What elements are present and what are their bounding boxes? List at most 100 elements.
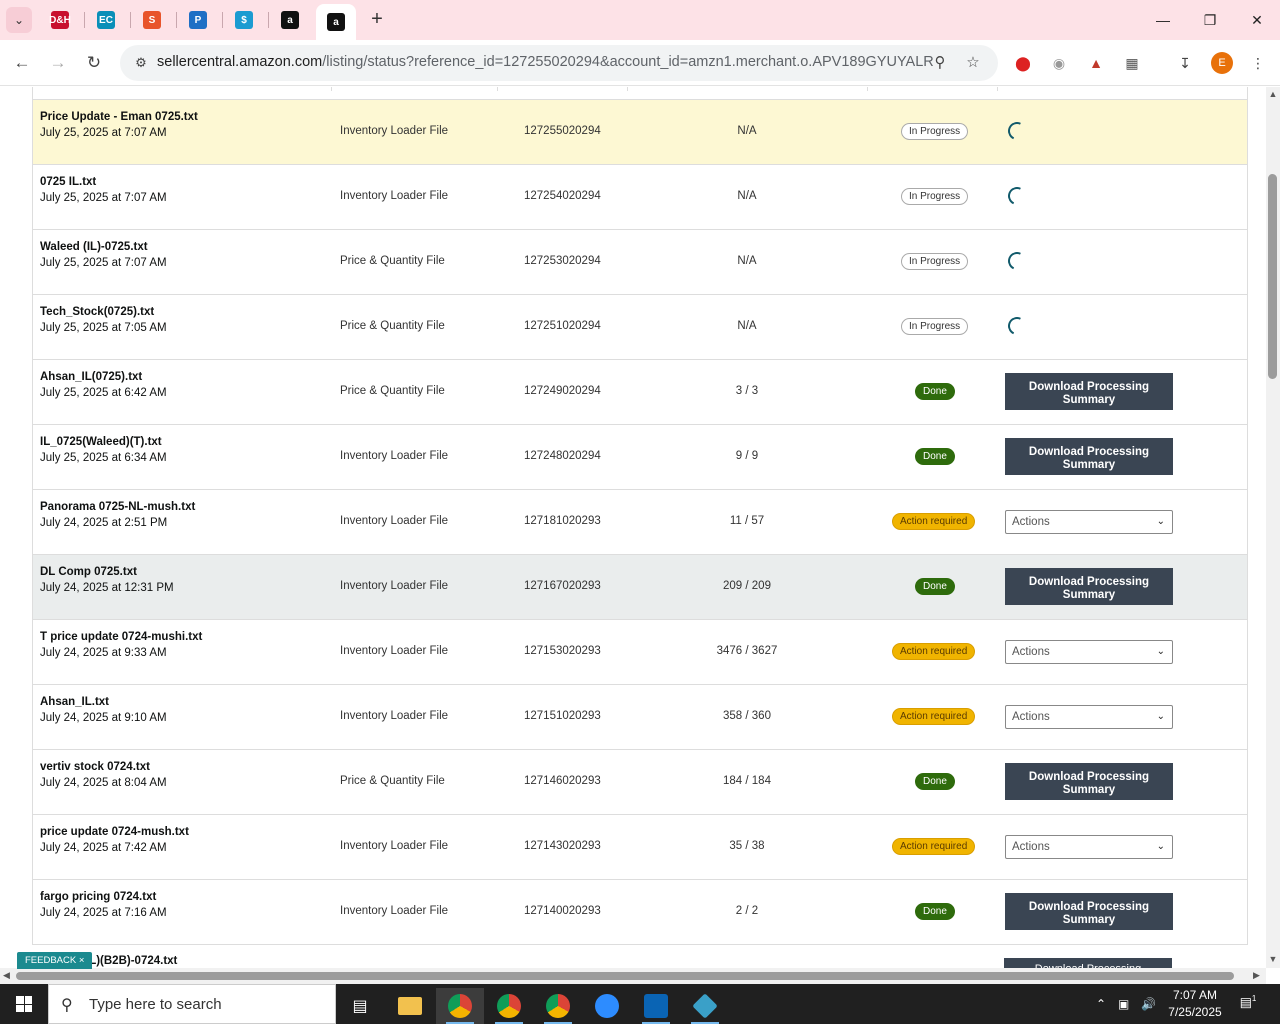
records-processed: N/A xyxy=(737,190,757,202)
file-type: Inventory Loader File xyxy=(340,190,449,202)
extensions-puzzle-icon[interactable]: ▦ xyxy=(1121,52,1143,74)
site-info-icon[interactable]: ⚙ xyxy=(132,54,150,72)
notifications-icon[interactable]: ▤1 xyxy=(1238,994,1258,1014)
back-arrow-icon[interactable]: ← xyxy=(9,50,35,76)
browser-tab[interactable]: a xyxy=(270,6,310,34)
upload-date: July 24, 2025 at 8:04 AM xyxy=(40,777,167,789)
actions-dropdown[interactable]: Actions ⌄ xyxy=(1005,510,1173,534)
browser-tab[interactable]: S xyxy=(132,6,172,34)
page-content: Price Update - Eman 0725.txt July 25, 202… xyxy=(0,87,1266,968)
actions-dropdown[interactable]: Actions ⌄ xyxy=(1005,705,1173,729)
scroll-down-icon[interactable]: ▼ xyxy=(1268,954,1278,964)
tab-separator xyxy=(84,12,85,28)
taskbar-search-box[interactable]: ⚲ Type here to search xyxy=(48,984,336,1024)
scroll-up-icon[interactable]: ▲ xyxy=(1268,89,1278,99)
url-path: /listing/status?reference_id=12725502029… xyxy=(322,54,934,70)
chevron-down-icon: ⌄ xyxy=(1156,711,1165,722)
url-text[interactable]: sellercentral.amazon.com/listing/status?… xyxy=(157,54,934,70)
address-bar[interactable]: ⚙ sellercentral.amazon.com/listing/statu… xyxy=(120,45,998,81)
records-processed: 3 / 3 xyxy=(735,385,759,397)
scroll-left-icon[interactable]: ◀ xyxy=(3,970,10,981)
amazon-icon: a xyxy=(327,13,345,31)
browser-menu-icon[interactable]: ⋮ xyxy=(1247,52,1269,74)
chrome-taskbar-icon[interactable] xyxy=(436,988,484,1024)
zoom-search-icon[interactable]: ⚲ xyxy=(930,53,950,73)
records-processed: 209 / 209 xyxy=(723,580,771,592)
file-type: Inventory Loader File xyxy=(340,125,449,137)
file-type: Price & Quantity File xyxy=(340,320,445,332)
download-processing-summary-button[interactable]: Download Processing Summary xyxy=(1005,763,1173,800)
horizontal-scroll-thumb[interactable] xyxy=(16,972,1234,980)
browser-tab[interactable]: a xyxy=(316,4,356,40)
horizontal-scrollbar[interactable]: ◀ ▶ xyxy=(0,968,1266,984)
feedback-tab[interactable]: FEEDBACK × xyxy=(17,952,93,969)
extension-stop-icon[interactable]: ⬤ xyxy=(1012,52,1034,74)
volume-icon[interactable]: 🔊 xyxy=(1141,984,1156,1024)
file-type: Price & Quantity File xyxy=(340,385,445,397)
start-button[interactable] xyxy=(0,984,48,1024)
extension-globe-icon[interactable]: ◉ xyxy=(1048,52,1070,74)
loading-spinner-icon xyxy=(1005,314,1029,338)
partial-download-button[interactable]: Download Processing xyxy=(1004,958,1172,968)
file-explorer-icon[interactable] xyxy=(386,988,434,1024)
table-row: fargo pricing 0724.txt July 24, 2025 at 7… xyxy=(33,880,1247,945)
browser-tab[interactable]: P xyxy=(178,6,218,34)
table-row: Price Update - Eman 0725.txt July 25, 202… xyxy=(33,100,1247,165)
vertical-scrollbar[interactable]: ▲ ▼ xyxy=(1266,87,1280,968)
scroll-right-icon[interactable]: ▶ xyxy=(1253,970,1260,981)
upload-date: July 25, 2025 at 6:42 AM xyxy=(40,387,167,399)
download-processing-summary-button[interactable]: Download Processing Summary xyxy=(1005,373,1173,410)
restore-button[interactable]: ❐ xyxy=(1195,8,1225,32)
tray-chevron-up-icon[interactable]: ⌃ xyxy=(1096,984,1106,1024)
browser-tab[interactable]: D&H xyxy=(40,6,80,34)
download-button-label: Download Processing xyxy=(1028,901,1150,913)
reload-icon[interactable]: ↻ xyxy=(81,50,107,76)
status-badge: Action required xyxy=(892,513,976,530)
file-name: Tech_Stock(0725).txt xyxy=(40,306,155,318)
close-window-button[interactable]: ✕ xyxy=(1242,8,1272,32)
table-row: price update 0724-mush.txt July 24, 2025 … xyxy=(33,815,1247,880)
upload-date: July 25, 2025 at 7:07 AM xyxy=(40,127,167,139)
app-diamond-icon[interactable] xyxy=(681,988,729,1024)
network-icon[interactable]: ▣ xyxy=(1118,984,1129,1024)
tab-search-chevron-icon[interactable]: ⌄ xyxy=(6,7,32,33)
actions-dropdown[interactable]: Actions ⌄ xyxy=(1005,835,1173,859)
forward-arrow-icon[interactable]: → xyxy=(45,50,71,76)
download-button-label: Download Processing xyxy=(1028,576,1150,588)
outlook-icon[interactable] xyxy=(632,988,680,1024)
zoom-app-icon[interactable] xyxy=(583,988,631,1024)
batch-id: 127251020294 xyxy=(524,320,601,332)
downloads-icon[interactable]: ↧ xyxy=(1174,52,1196,74)
file-name: Price Update - Eman 0725.txt xyxy=(40,111,198,123)
file-type: Inventory Loader File xyxy=(340,580,449,592)
loading-spinner-icon xyxy=(1005,249,1029,273)
chrome-profile3-icon[interactable] xyxy=(534,988,582,1024)
bookmark-star-icon[interactable]: ☆ xyxy=(963,53,983,73)
chrome-profile2-icon[interactable] xyxy=(485,988,533,1024)
upload-date: July 24, 2025 at 12:31 PM xyxy=(40,582,174,594)
new-tab-button[interactable]: + xyxy=(366,8,388,30)
file-type: Inventory Loader File xyxy=(340,645,449,657)
download-processing-summary-button[interactable]: Download Processing Summary xyxy=(1005,438,1173,475)
table-row: Ahsan_IL.txt July 24, 2025 at 9:10 AM Inve… xyxy=(33,685,1247,750)
extension-arrow-icon[interactable]: ▲ xyxy=(1085,52,1107,74)
download-processing-summary-button[interactable]: Download Processing Summary xyxy=(1005,568,1173,605)
browser-tab[interactable]: EC xyxy=(86,6,126,34)
notification-count: 1 xyxy=(1251,994,1257,1003)
actions-dropdown[interactable]: Actions ⌄ xyxy=(1005,640,1173,664)
tab-separator xyxy=(130,12,131,28)
system-clock[interactable]: 7:07 AM 7/25/2025 xyxy=(1160,987,1230,1021)
feedback-close-icon[interactable]: × xyxy=(79,955,85,966)
task-view-icon[interactable]: ▤ xyxy=(336,988,384,1024)
browser-tab[interactable]: $ xyxy=(224,6,264,34)
status-badge: Done xyxy=(915,773,955,790)
file-name: DL Comp 0725.txt xyxy=(40,566,137,578)
vertical-scroll-thumb[interactable] xyxy=(1268,174,1277,379)
plugin-icon: P xyxy=(189,11,207,29)
batch-id: 127181020293 xyxy=(524,515,601,527)
download-processing-summary-button[interactable]: Download Processing Summary xyxy=(1005,893,1173,930)
amazon-icon: a xyxy=(281,11,299,29)
batch-id: 127167020293 xyxy=(524,580,601,592)
profile-avatar[interactable]: E xyxy=(1211,52,1233,74)
minimize-button[interactable]: — xyxy=(1148,8,1178,32)
